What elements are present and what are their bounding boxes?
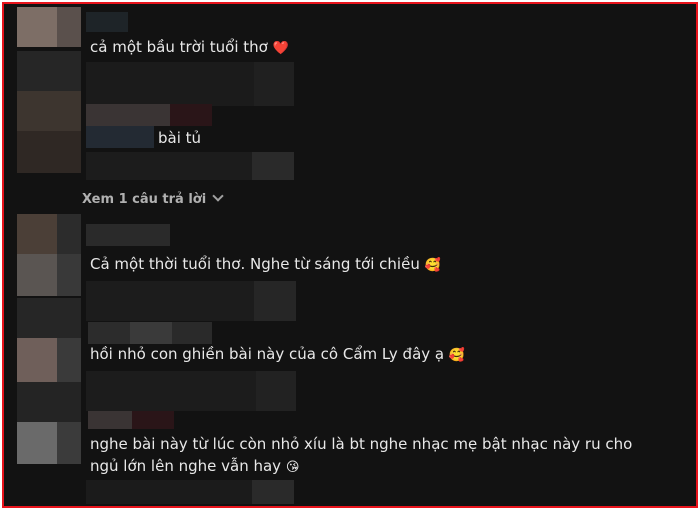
avatar[interactable] — [17, 7, 81, 47]
comment-text: Cả một thời tuổi thơ. Nghe từ sáng tới c… — [90, 253, 441, 277]
avatar[interactable] — [17, 214, 81, 254]
comments-panel: cả một bầu trời tuổi thơ ❤️ bài tủ Xem 1… — [2, 2, 698, 508]
face-blowing-kiss-icon: 😘 — [285, 460, 300, 475]
username-redacted[interactable] — [86, 104, 212, 126]
comment-text: bài tủ — [158, 127, 201, 149]
username-redacted[interactable] — [88, 322, 212, 344]
comment-text-content: ngủ lớn lên nghe vẫn hay — [90, 457, 282, 475]
avatar[interactable] — [17, 298, 81, 338]
avatar[interactable] — [17, 51, 81, 91]
username-redacted[interactable] — [86, 224, 170, 246]
username-redacted[interactable] — [88, 411, 174, 429]
comment-text-content: cả một bầu trời tuổi thơ — [90, 38, 268, 56]
comment-text: nghe bài này từ lúc còn nhỏ xíu là bt ng… — [90, 433, 632, 479]
comment-text-content: bài tủ — [158, 129, 202, 147]
smiling-face-with-hearts-icon: 🥰 — [424, 258, 441, 273]
comment-text: cả một bầu trời tuổi thơ ❤️ — [90, 36, 289, 60]
comment-text-line: ngủ lớn lên nghe vẫn hay 😘 — [90, 455, 632, 479]
comment-text: hồi nhỏ con ghiền bài này của cô Cẩm Ly … — [90, 343, 465, 367]
comment-text-line: nghe bài này từ lúc còn nhỏ xíu là bt ng… — [90, 435, 633, 453]
smiling-face-with-hearts-icon: 🥰 — [448, 348, 466, 363]
comment-text-content: Cả một thời tuổi thơ. Nghe từ sáng tới c… — [90, 255, 420, 273]
heart-icon: ❤️ — [272, 41, 289, 56]
comment-text-content: hồi nhỏ con ghiền bài này của cô Cẩm Ly … — [90, 345, 445, 363]
username-redacted[interactable] — [86, 12, 128, 32]
view-replies-button[interactable]: Xem 1 câu trả lời — [82, 190, 224, 207]
avatar[interactable] — [17, 382, 81, 422]
view-replies-label: Xem 1 câu trả lời — [82, 192, 207, 207]
chevron-down-icon — [212, 190, 224, 202]
